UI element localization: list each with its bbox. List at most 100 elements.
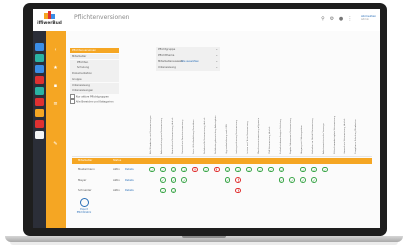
column-header: Verhalten im Notfall Unterweisung [311, 97, 321, 155]
tree-item[interactable]: Pflichtenversionen [70, 48, 119, 54]
tree-item[interactable]: Mitarbeiter [70, 53, 119, 60]
check-icon[interactable]: ✓ [311, 177, 317, 183]
option-checkbox[interactable]: Alle Bereiche und Kategorien [70, 99, 119, 104]
check-icon[interactable]: ✓ [267, 166, 274, 172]
check-icon[interactable]: ✓ [278, 177, 285, 183]
tree-item[interactable]: Schulung [70, 65, 119, 71]
details-link[interactable]: Details [125, 167, 134, 172]
column-header-label: PSA Unterweisung jährlich [268, 126, 271, 154]
employee-name: Mustermann [78, 167, 95, 171]
column-header: Brandschutz Unterweisung jährlich [171, 97, 181, 155]
main-content: Pflichtenversionen Mitarbeiter Pflichten Sc… [66, 31, 380, 228]
document-icon[interactable] [35, 54, 44, 62]
search-icon[interactable]: ⚲ [320, 16, 326, 22]
check-icon[interactable]: ✓ [159, 166, 166, 172]
tree-item[interactable]: Pflichten [70, 59, 119, 65]
column-header: Umgang mit Elektrogeräten [300, 97, 310, 155]
column-header-label: Arbeitsmedizinische Vorsorge [322, 123, 325, 154]
check-icon[interactable]: ✓ [321, 166, 328, 172]
home-icon[interactable] [35, 43, 44, 51]
export-button[interactable]: Export Pflichtmatrix [74, 198, 94, 214]
logo-text: iffiwerBud [37, 21, 62, 26]
chevron-down-icon: ⌄ [215, 47, 218, 51]
checkbox-label: Alle Bereiche und Kategorien [75, 100, 114, 104]
users-icon[interactable] [35, 87, 44, 95]
table-row: Schneider Aktiv Details ✓ ✓! [72, 186, 372, 196]
check-icon[interactable]: ✓ [235, 166, 242, 172]
column-header-label: Alle Mitarbeiter sind Unterweisungen [150, 115, 152, 154]
select-all-link[interactable]: Alle auswählen [181, 59, 199, 65]
settings-icon[interactable]: ⚙ [329, 16, 335, 22]
check-icon[interactable]: ✓ [159, 177, 166, 183]
check-icon[interactable]: ✓ [311, 166, 317, 172]
details-link[interactable]: Details [125, 178, 134, 183]
filter-mitarbeiter[interactable]: Mitarbeiterauswahl Alle auswählen ⌄ [156, 59, 220, 65]
tree-item[interactable]: Gruppe [70, 76, 119, 83]
column-header-label: Gefahrstoffe Unterweisung jährlich [204, 117, 206, 154]
export-label: Export Pflichtmatrix [76, 208, 92, 214]
check-icon[interactable]: ✓ [159, 187, 166, 193]
star-icon[interactable]: ★ [52, 65, 59, 72]
check-icon[interactable]: ✓ [300, 166, 306, 172]
check-icon[interactable]: ✓ [278, 166, 285, 172]
column-header: Erste Hilfe Ausbildung Grundkurs [192, 97, 202, 155]
laptop-notch [182, 236, 226, 238]
employee-status: Aktiv [113, 167, 120, 171]
tools-icon[interactable] [35, 131, 44, 139]
user-menu[interactable]: Abmelden Admin [361, 14, 379, 26]
report-icon[interactable] [35, 120, 44, 128]
column-header-label: Erste Hilfe Ausbildung Grundkurs [193, 119, 196, 154]
mail-icon[interactable] [35, 76, 44, 84]
chart-icon[interactable] [35, 109, 44, 117]
check-icon[interactable]: ✓ [289, 177, 296, 183]
tree-item[interactable]: Dokumentation [70, 71, 119, 77]
column-header: Arbeitsmedizinische Vorsorge [322, 97, 332, 155]
column-header: Bildschirmarbeitsplatz Unterweisung [333, 97, 343, 155]
check-icon[interactable]: ✓ [257, 166, 263, 172]
collapse-icon[interactable]: ‹ [52, 47, 59, 54]
alert-icon[interactable]: ! [213, 166, 220, 172]
list-icon[interactable]: ≡ [52, 101, 59, 108]
logo-icon [44, 11, 55, 19]
check-icon[interactable]: ✓ [170, 166, 177, 172]
filter-panel: Pflichtgruppe ⌄ Pflichtthema ⌄ Mitarbeiter… [156, 47, 220, 71]
check-icon[interactable]: ✓ [224, 177, 231, 183]
header-name: Mitarbeiter [78, 159, 93, 162]
filter-unterweisung[interactable]: Unterweisung ⌄ [156, 65, 220, 71]
calendar-icon[interactable] [35, 65, 44, 73]
check-icon[interactable]: ✓ [170, 187, 177, 193]
column-header-label: Maschinenunterweisung allgemein [258, 117, 260, 154]
tree-item[interactable]: Unterweisung [70, 82, 119, 89]
check-icon[interactable]: ✓ [203, 166, 209, 172]
tree-item[interactable]: Unterweisungen [70, 88, 119, 94]
chevron-down-icon: ⌄ [215, 59, 218, 63]
details-link[interactable]: Details [125, 188, 134, 193]
filter-pflichtgruppe[interactable]: Pflichtgruppe ⌄ [156, 47, 220, 53]
alert-icon[interactable]: ! [235, 177, 242, 183]
check-icon[interactable]: ✓ [149, 166, 155, 172]
column-header-label: Arbeitsschutzgesetz Unterweisung [160, 117, 163, 154]
column-header-label: Ladungssicherung Unterweisung [236, 119, 239, 154]
check-icon[interactable]: ✓ [224, 166, 231, 172]
checkbox-icon[interactable] [70, 94, 75, 99]
notification-icon[interactable]: ● [338, 16, 344, 22]
menu-icon[interactable]: ⋮ [347, 16, 353, 22]
header-status: Status [113, 159, 122, 162]
alert-icon[interactable]: ! [192, 166, 198, 172]
check-icon[interactable]: ✓ [170, 177, 177, 183]
divider [72, 156, 372, 157]
checkbox-icon[interactable] [70, 99, 75, 104]
check-icon[interactable]: ✓ [181, 177, 188, 183]
warning-icon[interactable] [35, 98, 44, 106]
column-header: Hygienebelehrung nach IfSG [225, 97, 235, 155]
filter-pflichtthema[interactable]: Pflichtthema ⌄ [156, 53, 220, 59]
check-icon[interactable]: ✓ [246, 166, 252, 172]
alert-icon[interactable]: ! [235, 187, 242, 193]
bookmark-icon[interactable]: ▪ [52, 83, 59, 90]
logo[interactable]: iffiwerBud [33, 9, 67, 31]
matrix-header-row: Mitarbeiter Status [72, 158, 372, 164]
check-icon[interactable]: ✓ [181, 166, 188, 172]
check-icon[interactable]: ✓ [300, 177, 306, 183]
edit-icon[interactable]: ✎ [52, 141, 59, 148]
column-header: Gefahrstoffe Unterweisung jährlich [203, 97, 213, 155]
